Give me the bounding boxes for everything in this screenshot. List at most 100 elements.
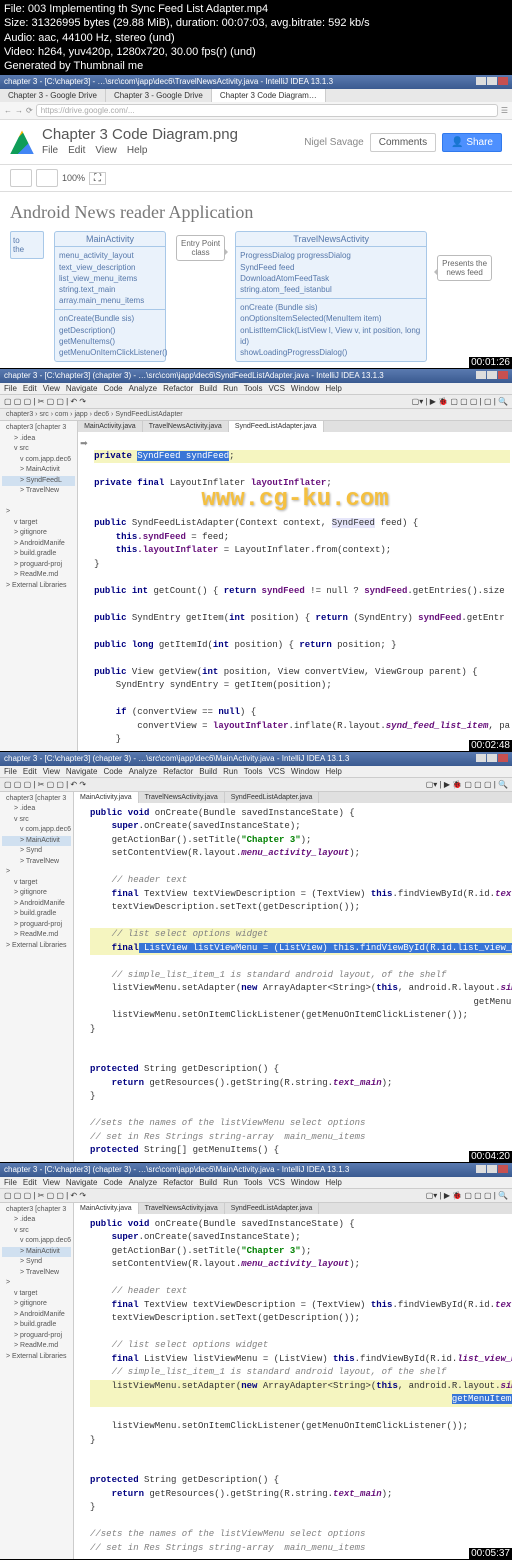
menu-item[interactable]: Build bbox=[199, 767, 217, 776]
tree-item[interactable]: > MainActivit bbox=[2, 465, 75, 476]
menu-item[interactable]: Code bbox=[103, 767, 122, 776]
window-titlebar[interactable]: chapter 3 - [C:\chapter3] (chapter 3) - … bbox=[0, 752, 512, 766]
drive-user[interactable]: Nigel Savage bbox=[304, 137, 363, 148]
menu-item[interactable]: Navigate bbox=[66, 384, 98, 393]
editor-tab[interactable]: SyndFeedListAdapter.java bbox=[225, 792, 320, 803]
browser-tab[interactable]: Chapter 3 - Google Drive bbox=[0, 89, 106, 102]
tree-item[interactable]: v src bbox=[2, 1226, 71, 1237]
window-controls[interactable] bbox=[475, 371, 508, 381]
editor-tab[interactable]: TravelNewsActivity.java bbox=[139, 1203, 225, 1214]
menu-item[interactable]: Window bbox=[291, 384, 319, 393]
editor-tab-active[interactable]: SyndFeedListAdapter.java bbox=[229, 421, 324, 432]
tree-item[interactable]: > proguard-proj bbox=[2, 920, 71, 931]
tree-item[interactable]: > AndroidManife bbox=[2, 899, 71, 910]
tree-item[interactable]: > MainActivit bbox=[2, 836, 71, 847]
tree-item[interactable]: > .idea bbox=[2, 1215, 71, 1226]
ide-breadcrumb[interactable]: chapter3 › src › com › japp › dec6 › Syn… bbox=[0, 409, 512, 421]
menu-item[interactable]: Refactor bbox=[163, 767, 193, 776]
tree-item[interactable]: > AndroidManife bbox=[2, 539, 75, 550]
tree-item[interactable]: > TravelNew bbox=[2, 857, 71, 868]
menu-item[interactable]: File bbox=[4, 767, 17, 776]
editor-tab[interactable]: TravelNewsActivity.java bbox=[143, 421, 229, 432]
zoom-level[interactable]: 100% bbox=[62, 173, 85, 183]
tree-item[interactable]: > bbox=[2, 867, 71, 878]
tree-item[interactable]: > build.gradle bbox=[2, 549, 75, 560]
address-bar[interactable]: ←→⟳ https://drive.google.com/... ☰ bbox=[0, 102, 512, 120]
menu-item[interactable]: Run bbox=[223, 1178, 238, 1187]
menu-item[interactable]: Code bbox=[103, 384, 122, 393]
tree-item[interactable]: v target bbox=[2, 518, 75, 529]
menu-item[interactable]: Tools bbox=[244, 1178, 263, 1187]
code-editor[interactable]: www.cg-ku.com➡ private SyndFeed syndFeed… bbox=[78, 432, 512, 751]
tree-item[interactable]: chapter3 [chapter 3 bbox=[2, 1205, 71, 1216]
menu-item[interactable]: Help bbox=[325, 1178, 341, 1187]
browser-tab-active[interactable]: Chapter 3 Code Diagram… bbox=[212, 89, 326, 102]
menu-item[interactable]: Run bbox=[223, 767, 238, 776]
menu-item[interactable]: Help bbox=[325, 384, 341, 393]
comments-button[interactable]: Comments bbox=[370, 133, 436, 152]
menu-item[interactable]: VCS bbox=[268, 1178, 284, 1187]
menu-edit[interactable]: Edit bbox=[68, 145, 85, 156]
print-icon[interactable] bbox=[10, 169, 32, 187]
menu-item[interactable]: VCS bbox=[268, 384, 284, 393]
menu-item[interactable]: Tools bbox=[244, 767, 263, 776]
tree-item[interactable]: v target bbox=[2, 1289, 71, 1300]
tree-item[interactable]: v src bbox=[2, 444, 75, 455]
editor-tab-active[interactable]: MainActivity.java bbox=[74, 1203, 139, 1214]
menu-view[interactable]: View bbox=[95, 145, 117, 156]
editor-tab[interactable]: MainActivity.java bbox=[78, 421, 143, 432]
window-titlebar[interactable]: chapter 3 - [C:\chapter3] - …\src\com\ja… bbox=[0, 75, 512, 89]
menu-item[interactable]: View bbox=[43, 384, 60, 393]
menu-item[interactable]: Navigate bbox=[66, 1178, 98, 1187]
menu-file[interactable]: File bbox=[42, 145, 58, 156]
tree-item[interactable]: > proguard-proj bbox=[2, 560, 75, 571]
share-button[interactable]: 👤 Share bbox=[442, 133, 502, 152]
menu-item[interactable]: File bbox=[4, 1178, 17, 1187]
tree-item[interactable]: > build.gradle bbox=[2, 909, 71, 920]
tree-item[interactable]: > gitignore bbox=[2, 1299, 71, 1310]
fullscreen-icon[interactable]: ⛶ bbox=[89, 172, 106, 185]
menu-item[interactable]: Edit bbox=[23, 384, 37, 393]
window-titlebar[interactable]: chapter 3 - [C:\chapter3] (chapter 3) - … bbox=[0, 1163, 512, 1177]
menu-item[interactable]: Analyze bbox=[129, 384, 157, 393]
menu-item[interactable]: Refactor bbox=[163, 384, 193, 393]
menu-item[interactable]: Analyze bbox=[129, 1178, 157, 1187]
tree-item[interactable]: > bbox=[2, 507, 75, 518]
project-tree[interactable]: chapter3 [chapter 3 > .idea v src v com.… bbox=[0, 1203, 74, 1560]
tree-item[interactable]: > External Libraries bbox=[2, 581, 75, 592]
window-titlebar[interactable]: chapter 3 - [C:\chapter3] (chapter 3) - … bbox=[0, 369, 512, 383]
menu-item[interactable]: View bbox=[43, 1178, 60, 1187]
menu-item[interactable]: Analyze bbox=[129, 767, 157, 776]
tree-item[interactable]: > .idea bbox=[2, 804, 71, 815]
tree-item-selected[interactable]: > SyndFeedL bbox=[2, 476, 75, 487]
tree-item[interactable]: > ReadMe.md bbox=[2, 930, 71, 941]
menu-item[interactable]: Window bbox=[291, 1178, 319, 1187]
editor-tab-active[interactable]: MainActivity.java bbox=[74, 792, 139, 803]
tree-item[interactable]: > ReadMe.md bbox=[2, 570, 75, 581]
tree-item[interactable]: > Synd bbox=[2, 1257, 71, 1268]
tree-item[interactable]: > .idea bbox=[2, 434, 75, 445]
editor-tab[interactable]: TravelNewsActivity.java bbox=[139, 792, 225, 803]
menu-item[interactable]: Code bbox=[103, 1178, 122, 1187]
tree-item[interactable]: > MainActivit bbox=[2, 1247, 71, 1258]
tree-item[interactable]: > build.gradle bbox=[2, 1320, 71, 1331]
menu-item[interactable]: Build bbox=[199, 1178, 217, 1187]
code-editor[interactable]: public void onCreate(Bundle savedInstanc… bbox=[74, 803, 512, 1162]
tree-item[interactable]: > TravelNew bbox=[2, 486, 75, 497]
editor-tab[interactable]: SyndFeedListAdapter.java bbox=[225, 1203, 320, 1214]
menu-item[interactable]: Build bbox=[199, 384, 217, 393]
tree-item[interactable]: > External Libraries bbox=[2, 1352, 71, 1363]
menu-item[interactable]: Edit bbox=[23, 767, 37, 776]
undo-icon[interactable] bbox=[36, 169, 58, 187]
window-controls[interactable] bbox=[475, 1165, 508, 1175]
tree-item[interactable]: > gitignore bbox=[2, 888, 71, 899]
tree-item[interactable]: chapter3 [chapter 3 bbox=[2, 794, 71, 805]
project-tree[interactable]: chapter3 [chapter 3 > .idea v src v com.… bbox=[0, 792, 74, 1162]
tree-item[interactable]: v target bbox=[2, 878, 71, 889]
menu-item[interactable]: View bbox=[43, 767, 60, 776]
menu-item[interactable]: File bbox=[4, 384, 17, 393]
menu-item[interactable]: Edit bbox=[23, 1178, 37, 1187]
menu-item[interactable]: Navigate bbox=[66, 767, 98, 776]
tree-item[interactable]: > bbox=[2, 1278, 71, 1289]
project-tree[interactable]: chapter3 [chapter 3 > .idea v src v com.… bbox=[0, 421, 78, 751]
